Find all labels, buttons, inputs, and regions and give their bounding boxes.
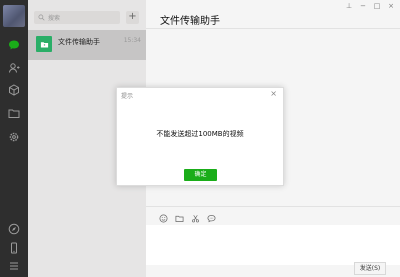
search-input[interactable]: 搜索	[34, 11, 120, 24]
folder-icon[interactable]	[174, 213, 184, 223]
search-placeholder: 搜索	[48, 15, 61, 22]
folder-icon[interactable]	[6, 105, 22, 121]
phone-icon[interactable]	[6, 240, 22, 256]
emoji-icon[interactable]	[158, 213, 168, 223]
avatar[interactable]	[3, 5, 25, 27]
dialog-close-button[interactable]: ×	[270, 89, 277, 98]
chat-name: 文件传输助手	[58, 38, 100, 46]
window-controls: ⊥ − □ ×	[344, 2, 396, 10]
compass-icon[interactable]	[6, 221, 22, 237]
divider	[146, 28, 400, 29]
folder-icon	[36, 36, 52, 52]
add-chat-button[interactable]: +	[126, 11, 139, 24]
ok-button[interactable]: 确定	[184, 169, 217, 181]
pin-button[interactable]: ⊥	[344, 2, 354, 10]
input-toolbar	[158, 213, 216, 223]
list-item[interactable]: 文件传输助手 15:34	[28, 30, 146, 60]
maximize-button[interactable]: □	[372, 2, 382, 10]
chat-bubble-icon[interactable]	[206, 213, 216, 223]
chat-icon[interactable]	[6, 37, 22, 53]
search-icon	[38, 14, 45, 21]
scissors-icon[interactable]	[190, 213, 200, 223]
close-button[interactable]: ×	[386, 2, 396, 10]
divider	[146, 206, 400, 207]
settings-icon[interactable]	[6, 129, 22, 145]
contacts-icon[interactable]	[6, 60, 22, 76]
chat-title: 文件传输助手	[160, 16, 220, 27]
wechat-window: 搜索 + 文件传输助手 15:34 ⊥ − □ × 文件传输助手 发送(S) 提…	[0, 0, 400, 277]
message-input[interactable]	[146, 225, 400, 265]
send-button[interactable]: 发送(S)	[354, 262, 386, 275]
box-icon[interactable]	[6, 82, 22, 98]
dialog-message: 不能发送超过100MB的视频	[156, 130, 244, 138]
left-nav	[0, 0, 28, 277]
chat-time: 15:34	[123, 37, 141, 44]
dialog-title: 提示	[121, 93, 134, 100]
menu-icon[interactable]	[6, 258, 22, 274]
alert-dialog: 提示 × 不能发送超过100MB的视频 确定	[116, 87, 284, 186]
minimize-button[interactable]: −	[358, 2, 368, 10]
